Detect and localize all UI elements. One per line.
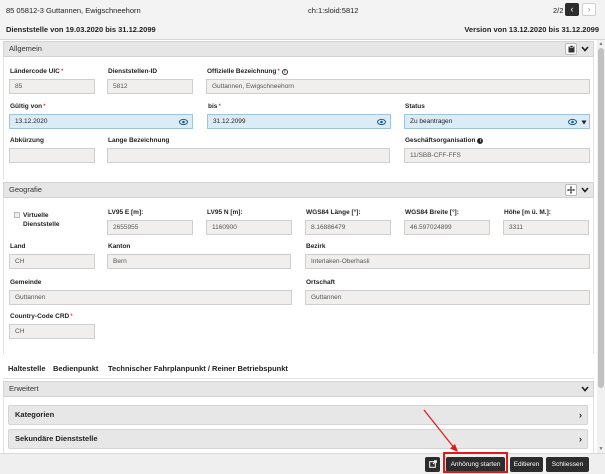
wgs84-laenge-field[interactable]: 8.16886479: [305, 220, 391, 235]
page-counter: 2/2: [553, 6, 564, 15]
gemeinde-field[interactable]: Guttannen: [9, 290, 292, 305]
wgs84-breite-label: WGS84 Breite [°]:: [405, 209, 459, 216]
section-allgemein-header: Allgemein: [3, 41, 594, 57]
lv95e-label: LV95 E [m]:: [108, 209, 144, 216]
gemeinde-label: Gemeinde: [10, 279, 42, 286]
collapse-erweitert-button[interactable]: [580, 383, 590, 395]
section-geografie-body: Virtuelle Dienststelle LV95 E [m]: 26559…: [3, 198, 594, 354]
hoehe-field[interactable]: 3311: [503, 220, 589, 235]
scroll-down-arrow-icon[interactable]: ▼: [597, 445, 605, 453]
eye-icon[interactable]: [568, 118, 577, 126]
chevron-right-icon: ›: [587, 4, 591, 14]
kanton-field[interactable]: Bern: [107, 254, 291, 269]
highlight-box: [443, 452, 508, 473]
sloid-label: ch:1:sloid:5812: [308, 6, 359, 15]
function-tabs: Haltestelle Bedienpunkt Technischer Fahr…: [3, 356, 594, 379]
eye-icon[interactable]: [377, 118, 386, 126]
version-range: Version von 13.12.2020 bis 31.12.2099: [464, 25, 599, 34]
chevron-down-icon: [581, 386, 589, 392]
gueltig-von-field[interactable]: 13.12.2020: [9, 114, 193, 129]
lange-bezeichnung-label: Lange Bezeichnung: [108, 137, 170, 144]
section-allgemein-body: Ländercode UIC* 85 Dienststellen-ID 5812…: [3, 57, 594, 180]
laendercode-label: Ländercode UIC*: [10, 68, 64, 75]
kanton-label: Kanton: [108, 243, 131, 250]
status-select[interactable]: Zu beantragen: [404, 114, 590, 129]
chevron-left-icon: ‹: [570, 4, 574, 14]
lv95n-label: LV95 N [m]:: [207, 209, 243, 216]
scroll-thumb[interactable]: [598, 48, 604, 388]
lv95e-field[interactable]: 2655955: [107, 220, 193, 235]
wgs84-breite-field[interactable]: 46.597024899: [404, 220, 490, 235]
sekundaere-dienststelle-expander[interactable]: Sekundäre Dienststelle ›: [8, 429, 588, 449]
tab-technischer-fahrplanpunkt[interactable]: Technischer Fahrplanpunkt / Reiner Betri…: [108, 364, 288, 373]
scroll-up-arrow-icon[interactable]: ▲: [597, 40, 605, 48]
lange-bezeichnung-field[interactable]: [107, 148, 390, 163]
collapse-allgemein-button[interactable]: [580, 43, 590, 55]
tab-bedienpunkt[interactable]: Bedienpunkt: [53, 364, 98, 373]
collapse-geografie-button[interactable]: [580, 184, 590, 196]
country-code-field[interactable]: CH: [9, 324, 95, 339]
chevron-down-icon: [581, 46, 589, 52]
abkuerzung-field[interactable]: [9, 148, 95, 163]
vertical-scrollbar[interactable]: ▲ ▼: [597, 40, 605, 453]
move-button[interactable]: [565, 184, 577, 196]
offizielle-bezeichnung-field[interactable]: Guttannen, Ewigschneehorn: [206, 79, 590, 94]
info-icon[interactable]: !: [477, 138, 484, 144]
chevron-right-icon: ›: [579, 434, 582, 444]
lv95n-field[interactable]: 1160900: [206, 220, 292, 235]
bezirk-field[interactable]: Interlaken-Oberhasli: [305, 254, 590, 269]
schliessen-button[interactable]: Schliessen: [546, 457, 589, 472]
bis-field[interactable]: 31.12.2099: [207, 114, 391, 129]
gueltig-von-label: Gültig von*: [10, 103, 46, 110]
section-geografie-header: Geografie: [3, 182, 594, 198]
header-bar: 85 05812-3 Guttannen, Ewigschneehorn ch:…: [0, 0, 605, 40]
editieren-button[interactable]: Editieren: [510, 457, 543, 472]
section-allgemein-title: Allgemein: [9, 44, 42, 53]
land-field[interactable]: CH: [9, 254, 95, 269]
section-erweitert-header: Erweitert: [3, 381, 594, 397]
abkuerzung-label: Abkürzung: [10, 137, 44, 144]
kategorien-expander[interactable]: Kategorien ›: [8, 405, 588, 425]
wgs84-laenge-label: WGS84 Länge [°]:: [306, 209, 361, 216]
dienststellen-id-label: Dienststellen-ID: [108, 68, 158, 75]
move-icon: [567, 186, 575, 194]
tab-haltestelle[interactable]: Haltestelle: [8, 364, 46, 373]
virtuelle-dienststelle-label: Virtuelle Dienststelle: [23, 212, 60, 228]
action-bar: Anhörung starten Editieren Schliessen: [0, 453, 605, 474]
virtuelle-dienststelle-checkbox[interactable]: [14, 212, 20, 218]
next-version-button[interactable]: ›: [582, 3, 596, 16]
bis-label: bis*: [208, 103, 221, 110]
country-code-label: Country-Code CRD*: [10, 313, 73, 320]
previous-version-button[interactable]: ‹: [565, 3, 579, 16]
hoehe-label: Höhe [m ü. M.]:: [504, 209, 551, 216]
geschaeftsorganisation-field[interactable]: 11/SBB-CFF-FFS: [404, 148, 590, 163]
laendercode-field[interactable]: 85: [9, 79, 95, 94]
record-title: 85 05812-3 Guttannen, Ewigschneehorn: [6, 6, 141, 15]
bezirk-label: Bezirk: [306, 243, 326, 250]
eye-icon[interactable]: [179, 118, 188, 126]
offizielle-bezeichnung-label: Offizielle Bezeichnung*!: [207, 68, 288, 75]
section-geografie-title: Geografie: [9, 185, 42, 194]
land-label: Land: [10, 243, 26, 250]
section-erweitert-title: Erweitert: [9, 384, 39, 393]
chevron-down-icon: [581, 187, 589, 193]
dienststellen-id-field[interactable]: 5812: [107, 79, 193, 94]
status-label: Status: [405, 103, 425, 110]
geschaeftsorganisation-label: Geschäftsorganisation!: [405, 137, 484, 144]
clipboard-button[interactable]: [565, 43, 577, 55]
info-icon[interactable]: !: [281, 69, 288, 75]
clipboard-icon: [568, 45, 574, 53]
ortschaft-label: Ortschaft: [306, 279, 335, 286]
external-link-icon: [428, 460, 437, 468]
caret-down-icon[interactable]: [581, 120, 587, 125]
ortschaft-field[interactable]: Guttannen: [305, 290, 590, 305]
chevron-right-icon: ›: [579, 410, 582, 420]
validity-range: Dienststelle von 19.03.2020 bis 31.12.20…: [6, 25, 156, 34]
external-link-button[interactable]: [425, 457, 440, 472]
